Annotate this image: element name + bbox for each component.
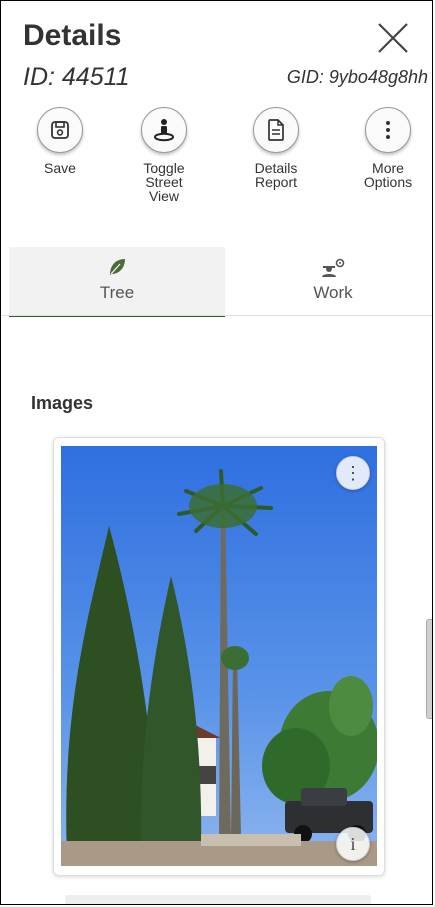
leaf-icon: [110, 259, 125, 275]
more-options-label: More Options: [363, 160, 413, 190]
record-id: ID: 44511: [23, 63, 130, 91]
tab-bar: Tree Work: [1, 247, 432, 317]
scrollbar-handle[interactable]: [426, 619, 432, 719]
global-id: GID: 9ybo48g8hh: [286, 67, 428, 87]
street-view-icon: [154, 119, 174, 142]
worker-icon: [322, 258, 345, 277]
save-button[interactable]: Save: [15, 107, 105, 175]
more-options-button[interactable]: More Options: [343, 107, 432, 190]
details-report-label: Details Report: [254, 160, 298, 190]
page-title: Details: [23, 19, 122, 52]
image-info-button[interactable]: i: [336, 827, 370, 861]
details-report-button[interactable]: Details Report: [231, 107, 321, 189]
tab-tree[interactable]: Tree: [9, 247, 225, 317]
image-menu-button[interactable]: ⋮: [336, 456, 370, 490]
action-bar: Save Toggle Street View Details Report M…: [1, 107, 432, 237]
save-icon: [51, 121, 69, 139]
street-view-label: Toggle Street View: [143, 160, 185, 204]
tab-tree-label: Tree: [99, 283, 135, 302]
tab-divider: [1, 315, 432, 316]
tab-work[interactable]: Work: [225, 247, 432, 315]
toggle-street-view-button[interactable]: Toggle Street View: [119, 107, 209, 203]
image-card[interactable]: ⋮ i: [53, 437, 385, 876]
tab-work-label: Work: [313, 283, 353, 302]
document-icon: [268, 119, 284, 141]
more-vertical-icon: [386, 121, 390, 139]
details-panel: Details ID: 44511 GID: 9ybo48g8hh Save T…: [0, 0, 433, 905]
save-label: Save: [44, 160, 76, 176]
tree-photo[interactable]: [61, 446, 377, 866]
images-section-title: Images: [31, 393, 94, 413]
close-icon[interactable]: [376, 21, 410, 55]
next-image-card: [65, 895, 371, 904]
